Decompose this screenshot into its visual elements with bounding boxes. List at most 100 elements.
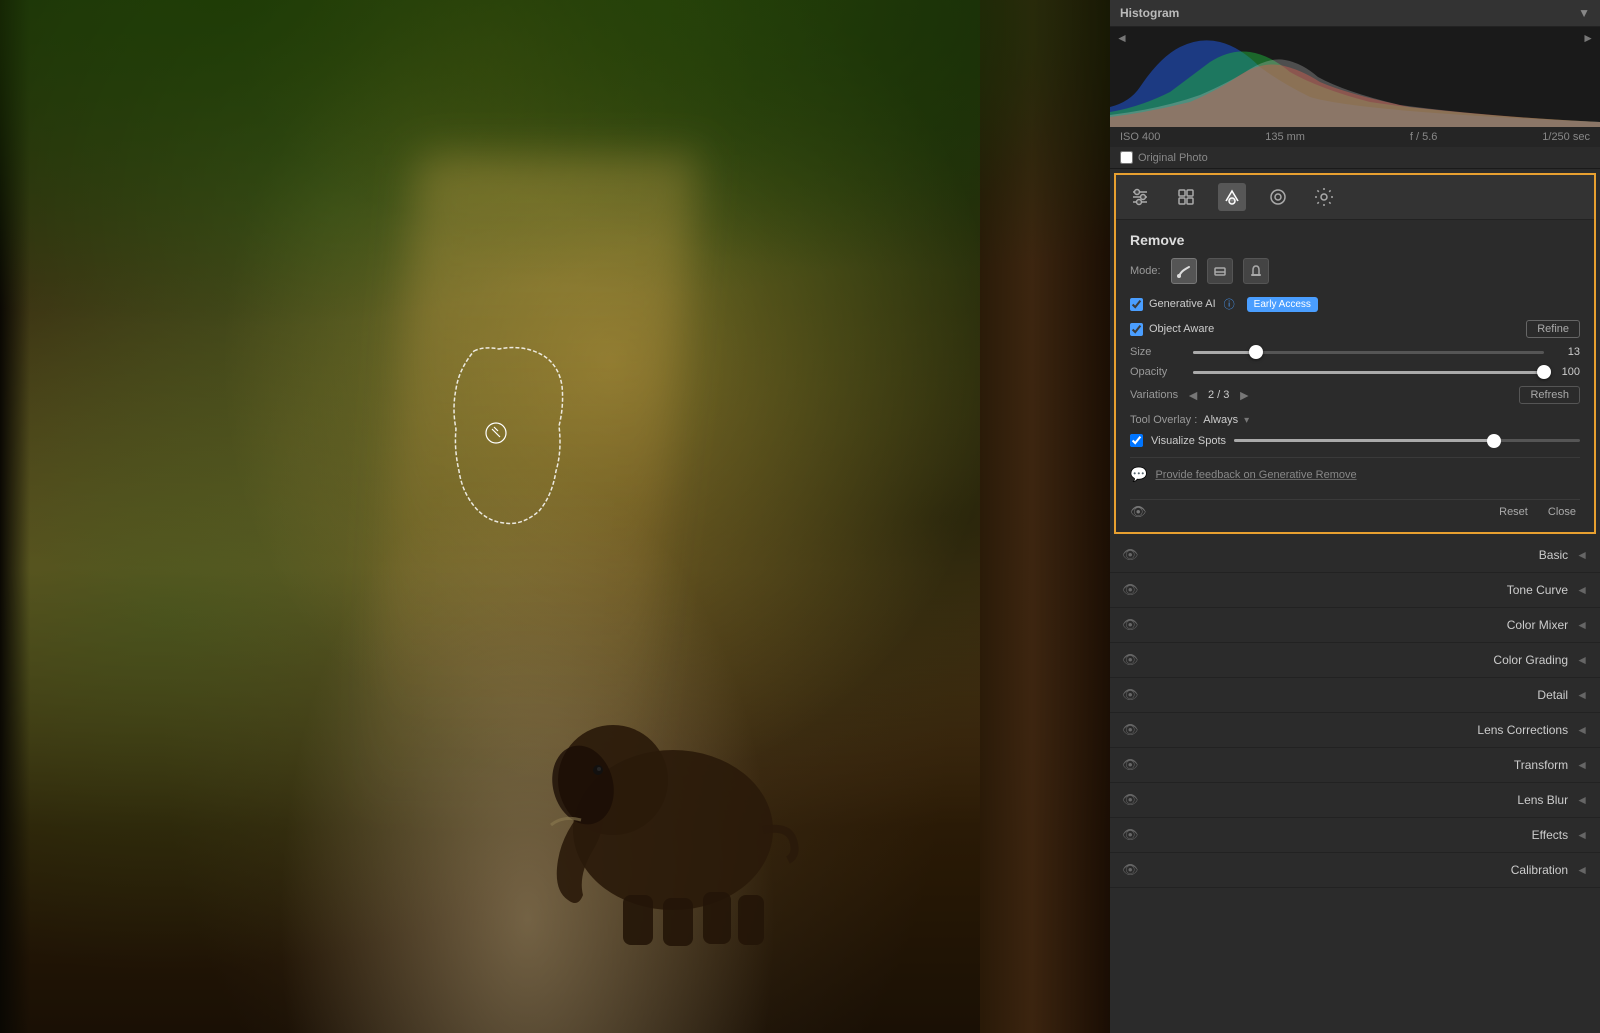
basic-label: Basic [1147, 548, 1569, 562]
eraser-mode-btn[interactable] [1207, 258, 1233, 284]
variations-label: Variations [1130, 389, 1178, 401]
lens-corrections-eye-icon[interactable]: 👁 [1122, 722, 1139, 738]
panel-item-color-grading[interactable]: 👁 Color Grading ◄ [1110, 643, 1600, 678]
healing-tool-icon[interactable] [1218, 183, 1246, 211]
opacity-slider-thumb[interactable] [1537, 365, 1551, 379]
original-photo-label: Original Photo [1138, 152, 1208, 164]
histogram-section: Histogram ▼ ◄ ► ISO 400 135 mm f / 5.6 1… [1110, 0, 1600, 169]
basic-eye-icon[interactable]: 👁 [1122, 547, 1139, 563]
opacity-slider-track[interactable] [1193, 371, 1544, 374]
size-slider-thumb[interactable] [1249, 345, 1263, 359]
panel-item-tone-curve[interactable]: 👁 Tone Curve ◄ [1110, 573, 1600, 608]
early-access-badge: Early Access [1247, 297, 1318, 312]
size-slider-row: Size 13 [1130, 346, 1580, 358]
histogram-header: Histogram ▼ [1110, 0, 1600, 27]
effects-arrow-icon: ◄ [1576, 828, 1588, 842]
color-grading-eye-icon[interactable]: 👁 [1122, 652, 1139, 668]
calibration-label: Calibration [1147, 863, 1569, 877]
panel-eye-icon[interactable]: 👁 [1130, 504, 1147, 520]
stamp-mode-btn[interactable] [1243, 258, 1269, 284]
histogram-info: ISO 400 135 mm f / 5.6 1/250 sec [1110, 127, 1600, 147]
color-grading-arrow-icon: ◄ [1576, 653, 1588, 667]
lens-corrections-label: Lens Corrections [1147, 723, 1569, 737]
effects-label: Effects [1147, 828, 1569, 842]
lens-blur-label: Lens Blur [1147, 793, 1569, 807]
refresh-button[interactable]: Refresh [1519, 386, 1580, 404]
selection-outline [444, 341, 584, 541]
color-grading-label: Color Grading [1147, 653, 1569, 667]
tool-icons-row [1116, 175, 1594, 220]
masking-tool-icon[interactable] [1264, 183, 1292, 211]
opacity-value: 100 [1552, 366, 1580, 378]
visualize-spots-checkbox[interactable] [1130, 434, 1143, 447]
detail-label: Detail [1147, 688, 1569, 702]
refine-button[interactable]: Refine [1526, 320, 1580, 338]
mode-row: Mode: [1130, 258, 1580, 284]
object-aware-label: Object Aware [1149, 323, 1214, 335]
original-photo-checkbox[interactable] [1120, 151, 1133, 164]
opacity-label: Opacity [1130, 366, 1185, 378]
panel-item-calibration[interactable]: 👁 Calibration ◄ [1110, 853, 1600, 888]
color-mixer-label: Color Mixer [1147, 618, 1569, 632]
effects-eye-icon[interactable]: 👁 [1122, 827, 1139, 843]
feedback-row: 💬 Provide feedback on Generative Remove [1130, 457, 1580, 491]
visualize-spots-thumb[interactable] [1487, 434, 1501, 448]
generative-ai-info-icon[interactable]: ⓘ [1224, 296, 1235, 312]
original-photo-row: Original Photo [1110, 147, 1600, 168]
tool-overlay-arrow-icon[interactable]: ▾ [1244, 415, 1249, 426]
bottom-actions: 👁 Reset Close [1130, 499, 1580, 520]
remove-section: Remove Mode: Generative AI ⓘ Early [1116, 220, 1594, 532]
object-aware-row: Object Aware Refine [1130, 320, 1580, 338]
photo-area [0, 0, 1110, 1033]
visualize-spots-slider[interactable] [1234, 439, 1580, 442]
calibration-eye-icon[interactable]: 👁 [1122, 862, 1139, 878]
adjustments-tool-icon[interactable] [1126, 183, 1154, 211]
brush-mode-btn[interactable] [1171, 258, 1197, 284]
variations-next-arrow[interactable]: ► [1237, 387, 1251, 403]
visualize-spots-label: Visualize Spots [1151, 435, 1226, 447]
variations-row: Variations ◄ 2 / 3 ► Refresh [1130, 386, 1580, 404]
right-panel: Histogram ▼ ◄ ► ISO 400 135 mm f / 5.6 1… [1110, 0, 1600, 1033]
color-mixer-eye-icon[interactable]: 👁 [1122, 617, 1139, 633]
panel-item-basic[interactable]: 👁 Basic ◄ [1110, 538, 1600, 573]
variations-prev-arrow[interactable]: ◄ [1186, 387, 1200, 403]
size-slider-track[interactable] [1193, 351, 1544, 354]
visualize-spots-fill [1234, 439, 1493, 442]
detail-eye-icon[interactable]: 👁 [1122, 687, 1139, 703]
opacity-slider-row: Opacity 100 [1130, 366, 1580, 378]
generative-ai-row: Generative AI ⓘ Early Access [1130, 296, 1580, 312]
visualize-spots-row: Visualize Spots [1130, 434, 1580, 447]
presets-tool-icon[interactable] [1172, 183, 1200, 211]
panel-item-transform[interactable]: 👁 Transform ◄ [1110, 748, 1600, 783]
panel-item-color-mixer[interactable]: 👁 Color Mixer ◄ [1110, 608, 1600, 643]
panel-item-lens-blur[interactable]: 👁 Lens Blur ◄ [1110, 783, 1600, 818]
panel-item-effects[interactable]: 👁 Effects ◄ [1110, 818, 1600, 853]
iso-value: ISO 400 [1120, 131, 1160, 143]
reset-button[interactable]: Reset [1495, 504, 1532, 520]
feedback-text[interactable]: Provide feedback on Generative Remove [1155, 469, 1356, 481]
elephant-subject [533, 630, 813, 950]
tone-curve-arrow-icon: ◄ [1576, 583, 1588, 597]
settings-tool-icon[interactable] [1310, 183, 1338, 211]
panel-item-lens-corrections[interactable]: 👁 Lens Corrections ◄ [1110, 713, 1600, 748]
lens-blur-eye-icon[interactable]: 👁 [1122, 792, 1139, 808]
histogram-collapse-icon[interactable]: ▼ [1578, 6, 1590, 20]
close-button[interactable]: Close [1544, 504, 1580, 520]
remove-title: Remove [1130, 232, 1580, 248]
aperture-value: f / 5.6 [1410, 131, 1438, 143]
feedback-icon: 💬 [1130, 466, 1147, 483]
size-slider-fill [1193, 351, 1256, 354]
detail-arrow-icon: ◄ [1576, 688, 1588, 702]
panel-item-detail[interactable]: 👁 Detail ◄ [1110, 678, 1600, 713]
photo-canvas [0, 0, 1110, 1033]
lens-blur-arrow-icon: ◄ [1576, 793, 1588, 807]
opacity-slider-fill [1193, 371, 1544, 374]
transform-eye-icon[interactable]: 👁 [1122, 757, 1139, 773]
tool-overlay-value: Always [1203, 414, 1238, 426]
generative-ai-checkbox[interactable] [1130, 298, 1143, 311]
tone-curve-label: Tone Curve [1147, 583, 1569, 597]
calibration-arrow-icon: ◄ [1576, 863, 1588, 877]
color-mixer-arrow-icon: ◄ [1576, 618, 1588, 632]
object-aware-checkbox[interactable] [1130, 323, 1143, 336]
tone-curve-eye-icon[interactable]: 👁 [1122, 582, 1139, 598]
